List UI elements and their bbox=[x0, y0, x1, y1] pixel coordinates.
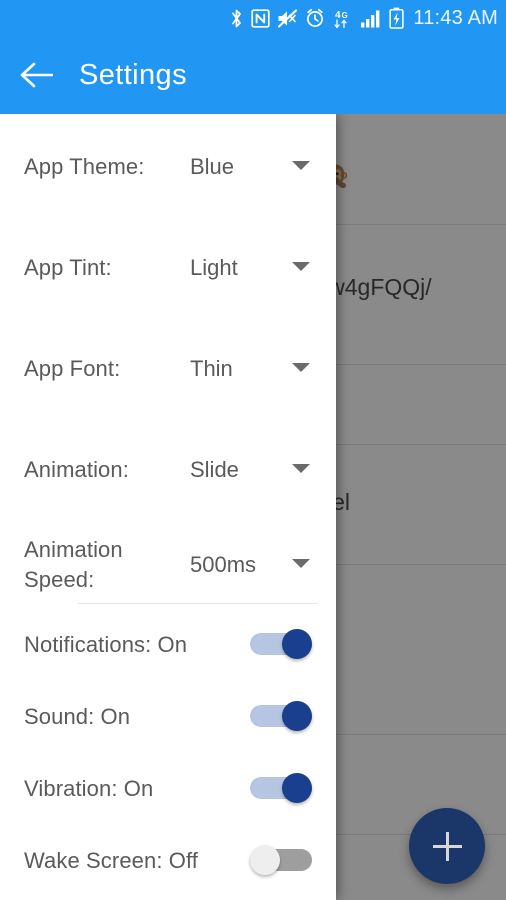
toggle-thumb bbox=[250, 845, 280, 875]
status-bar-clock: 11:43 AM bbox=[413, 6, 498, 29]
svg-text:G: G bbox=[342, 11, 348, 20]
chevron-down-icon[interactable] bbox=[292, 262, 310, 271]
chevron-down-icon[interactable] bbox=[292, 464, 310, 473]
mobile-data-4g-icon: 4 G bbox=[332, 7, 353, 29]
signal-strength-icon bbox=[360, 7, 382, 29]
plus-icon bbox=[445, 831, 449, 861]
battery-charging-icon bbox=[389, 7, 405, 29]
setting-label: Notifications: On bbox=[24, 632, 188, 657]
setting-label: Sound: On bbox=[24, 704, 131, 729]
setting-value: 500ms bbox=[190, 552, 257, 577]
mute-icon bbox=[277, 7, 298, 29]
setting-label: App Theme: bbox=[24, 154, 145, 179]
setting-value: Light bbox=[190, 255, 238, 280]
page-title: Settings bbox=[79, 58, 187, 91]
settings-drawer: App Theme: Blue App Tint: Light App Font… bbox=[0, 114, 336, 900]
setting-label: Wake Screen: Off bbox=[24, 848, 199, 873]
setting-value: Thin bbox=[190, 356, 233, 381]
chevron-down-icon[interactable] bbox=[292, 161, 310, 170]
svg-text:4: 4 bbox=[335, 10, 341, 21]
wake-screen-toggle[interactable] bbox=[250, 845, 312, 875]
setting-label: App Tint: bbox=[24, 255, 112, 280]
alarm-icon bbox=[305, 7, 325, 29]
chevron-down-icon[interactable] bbox=[292, 559, 310, 568]
setting-label: Animation Speed: bbox=[24, 537, 123, 592]
status-icon-group: 4 G bbox=[229, 6, 405, 30]
nfc-icon bbox=[251, 7, 271, 29]
back-button[interactable] bbox=[8, 47, 64, 103]
vibration-toggle[interactable] bbox=[250, 773, 312, 803]
arrow-left-icon bbox=[20, 62, 53, 88]
setting-row-sound[interactable]: Sound: On bbox=[0, 689, 336, 745]
app-bar: Settings bbox=[0, 36, 506, 114]
setting-label: Vibration: On bbox=[24, 776, 154, 801]
setting-value: Slide bbox=[190, 457, 239, 482]
setting-value: Blue bbox=[190, 154, 235, 179]
setting-label: App Font: bbox=[24, 356, 121, 381]
toggle-thumb bbox=[282, 773, 312, 803]
chevron-down-icon[interactable] bbox=[292, 363, 310, 372]
phone-screen: 🙊 bEw4gFQQj/ , Daniel App Theme: Blue Ap… bbox=[0, 0, 506, 900]
toggle-thumb bbox=[282, 629, 312, 659]
setting-row-notifications[interactable]: Notifications: On bbox=[0, 617, 336, 673]
sound-toggle[interactable] bbox=[250, 701, 312, 731]
setting-label: Animation: bbox=[24, 457, 129, 482]
notifications-toggle[interactable] bbox=[250, 629, 312, 659]
toggle-thumb bbox=[282, 701, 312, 731]
setting-row-vibration[interactable]: Vibration: On bbox=[0, 761, 336, 817]
setting-row-wake-screen[interactable]: Wake Screen: Off bbox=[0, 833, 336, 889]
add-fab-button[interactable] bbox=[409, 808, 485, 884]
bluetooth-icon bbox=[229, 7, 244, 29]
settings-divider bbox=[78, 603, 318, 604]
status-bar: 4 G 11:43 AM bbox=[0, 0, 506, 36]
